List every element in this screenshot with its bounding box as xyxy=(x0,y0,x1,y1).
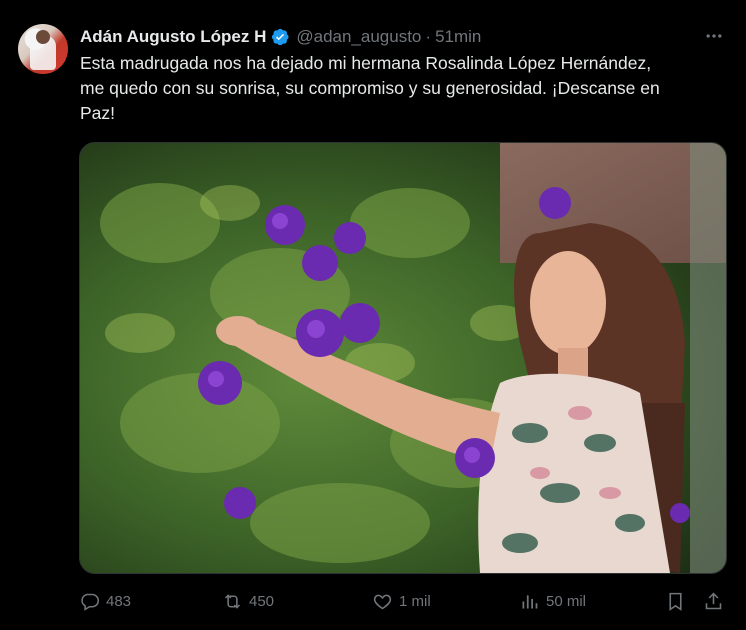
tweet-actions: 483 450 1 mil 50 mil xyxy=(79,588,727,614)
author-handle[interactable]: @adan_augusto xyxy=(296,27,421,47)
views-count: 50 mil xyxy=(546,592,587,610)
reply-icon xyxy=(81,593,100,611)
bookmark-button[interactable] xyxy=(665,588,692,614)
tweet-header: Adán Augusto López H @adan_augusto · 51m… xyxy=(80,26,481,48)
repost-button[interactable]: 450 xyxy=(222,588,274,614)
like-count: 1 mil xyxy=(399,592,431,610)
tweet-text-line: me quedo con su sonrisa, su compromiso y… xyxy=(80,78,660,98)
author-name[interactable]: Adán Augusto López H xyxy=(80,27,266,47)
photo-illustration xyxy=(80,143,726,573)
repost-count: 450 xyxy=(249,592,275,610)
share-button[interactable] xyxy=(703,588,730,614)
views-chart-icon xyxy=(522,594,538,608)
tweet-text: Esta madrugada nos ha dejado mi hermana … xyxy=(80,51,730,126)
like-button[interactable]: 1 mil xyxy=(372,588,431,614)
bookmark-icon xyxy=(669,592,682,611)
tweet-text-line: Esta madrugada nos ha dejado mi hermana … xyxy=(80,53,652,73)
tweet-photo[interactable] xyxy=(79,142,727,574)
timestamp[interactable]: 51min xyxy=(435,27,481,47)
views-button[interactable]: 50 mil xyxy=(519,588,586,614)
separator-dot: · xyxy=(425,27,432,46)
verified-badge-icon xyxy=(272,28,289,46)
reply-button[interactable]: 483 xyxy=(79,588,131,614)
avatar-face xyxy=(36,30,50,44)
heart-icon xyxy=(373,594,392,609)
more-options-icon[interactable] xyxy=(704,26,724,46)
tweet[interactable]: Adán Augusto López H @adan_augusto · 51m… xyxy=(0,0,746,630)
tweet-text-line: Paz! xyxy=(80,103,116,123)
repost-icon xyxy=(224,593,241,609)
share-icon xyxy=(705,592,722,609)
avatar[interactable] xyxy=(18,24,68,74)
reply-count: 483 xyxy=(106,592,132,610)
